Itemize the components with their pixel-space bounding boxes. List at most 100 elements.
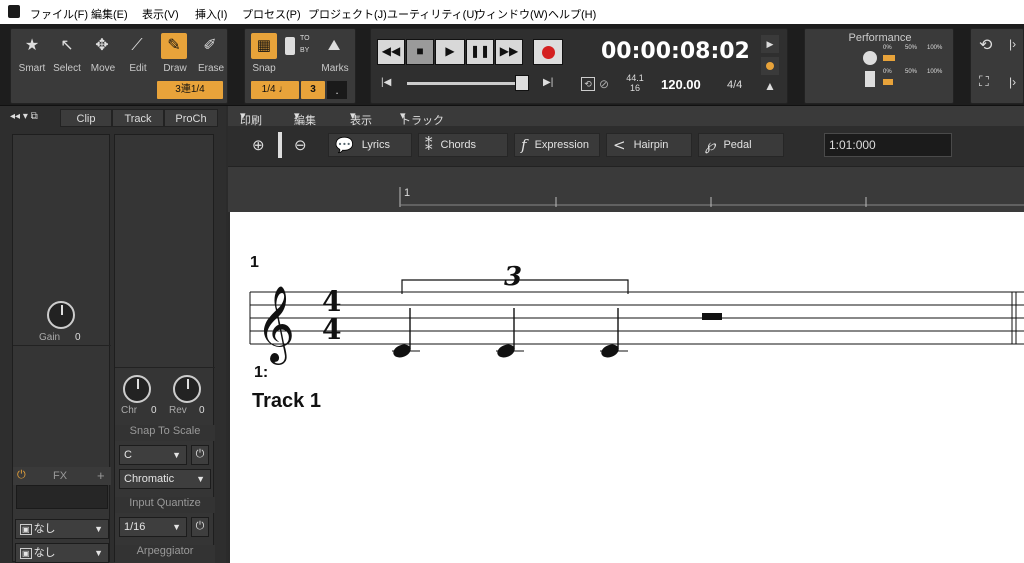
chords-label: Chords: [440, 139, 476, 151]
menu-staff-track[interactable]: トラック ▾: [400, 109, 444, 127]
select-tool-icon[interactable]: ↖: [54, 33, 80, 59]
cpu-meter: [883, 55, 895, 61]
scale-root-value: C: [124, 449, 132, 461]
now-slider-handle[interactable]: [515, 75, 529, 91]
cpu-meter-0: 0%: [883, 45, 892, 51]
loop-sync-icon[interactable]: ⟲: [581, 77, 595, 91]
fx-add-icon[interactable]: +: [97, 468, 105, 483]
inspector-panel: ◂◂ ▾ ⧉ Clip Track ProCh Gain 0 ⏻ FX + ▣ な…: [0, 106, 226, 563]
menu-utility[interactable]: ユーティリティ(U): [387, 6, 478, 22]
fast-forward-button[interactable]: ▶▶: [495, 39, 523, 65]
menu-help[interactable]: ヘルプ(H): [548, 6, 596, 22]
snap-by-label: BY: [300, 47, 310, 54]
notes: [392, 308, 628, 358]
draw-duration-value[interactable]: 3連1/4: [157, 81, 223, 99]
metronome-toggle[interactable]: [761, 57, 779, 75]
triplet-number: 3: [504, 262, 523, 292]
position-field[interactable]: 1:01:000: [824, 133, 952, 157]
move-tool-icon[interactable]: ✥: [89, 33, 115, 59]
ruler-ticks: [399, 187, 1024, 207]
staff-view-menu: 印刷 ▾ 編集 ▾ 表示 ▾ トラック ▾: [228, 106, 1024, 127]
pause-button[interactable]: ❚❚: [466, 39, 494, 65]
staff-notation: 𝄞: [249, 279, 1024, 365]
tab-proch[interactable]: ProCh: [164, 109, 218, 127]
go-to-start-icon[interactable]: |◀: [381, 77, 391, 88]
zoom-in-icon[interactable]: ⊕: [252, 136, 265, 154]
gain-knob[interactable]: [47, 301, 75, 329]
meter-display[interactable]: 4/4: [727, 79, 742, 91]
select-label: Select: [53, 63, 81, 74]
metronome-icon[interactable]: ▲: [761, 79, 779, 97]
treble-clef-icon: 𝄞: [256, 285, 295, 365]
snap-tuplet[interactable]: 3: [301, 81, 325, 99]
marks-icon[interactable]: ⛰: [321, 33, 347, 59]
tab-track[interactable]: Track: [112, 109, 164, 127]
time-ruler[interactable]: 1: [228, 166, 1024, 212]
snap-value[interactable]: 1/4 ♩: [251, 81, 299, 99]
output-dropdown[interactable]: ▣ なし ▼: [15, 543, 109, 563]
expression-button[interactable]: f Expression: [514, 133, 600, 157]
now-time-display[interactable]: 00:00:08:02: [601, 39, 750, 64]
chorus-knob[interactable]: [123, 375, 151, 403]
smart-tool-icon[interactable]: ★: [19, 33, 45, 59]
menu-edit[interactable]: 編集(E): [91, 6, 128, 22]
now-slider-track[interactable]: [407, 82, 519, 85]
quantize-dropdown[interactable]: 1/16 ▼: [119, 517, 187, 537]
scale-type-dropdown[interactable]: Chromatic ▼: [119, 469, 211, 489]
lyrics-button[interactable]: 💬 Lyrics: [328, 133, 412, 157]
input-dropdown[interactable]: ▣ なし ▼: [15, 519, 109, 539]
go-to-end-icon[interactable]: ▶|: [543, 77, 553, 88]
menu-staff-view[interactable]: 表示 ▾: [350, 109, 372, 127]
stop-button[interactable]: ■: [406, 39, 434, 65]
metronome-off-icon[interactable]: ⊘: [599, 77, 609, 91]
snap-dot[interactable]: .: [327, 81, 347, 99]
loop-next-icon[interactable]: |›: [1009, 37, 1016, 51]
draw-tool-icon[interactable]: ✎: [161, 33, 187, 59]
chorus-label: Chr: [121, 405, 138, 416]
cpu-meter-50: 50%: [905, 45, 918, 51]
fx-power-icon[interactable]: ⏻: [17, 469, 26, 482]
chords-button[interactable]: ⁑ Chords: [418, 133, 508, 157]
snap-to-scale-power-icon[interactable]: ⏻: [191, 445, 209, 465]
scale-root-dropdown[interactable]: C ▼: [119, 445, 187, 465]
edit-tool-icon[interactable]: ⟋: [124, 33, 150, 59]
record-button[interactable]: [533, 39, 563, 65]
zoom-out-icon[interactable]: ⊖: [294, 136, 307, 154]
menu-view[interactable]: 表示(V): [142, 6, 179, 22]
tab-clip[interactable]: Clip: [60, 109, 112, 127]
snap-toggle[interactable]: [285, 37, 295, 55]
erase-tool-icon[interactable]: ✐: [197, 33, 223, 59]
chords-icon: ⁑: [425, 136, 433, 155]
input-quantize-power-icon[interactable]: ⏻: [191, 517, 209, 537]
reverb-knob[interactable]: [173, 375, 201, 403]
menu-insert[interactable]: 挿入(I): [195, 6, 227, 22]
menu-file[interactable]: ファイル(F): [30, 6, 88, 22]
punch-next-icon[interactable]: |›: [1009, 75, 1016, 89]
arpeggiator-header[interactable]: Arpeggiator: [115, 545, 215, 563]
hairpin-button[interactable]: < Hairpin: [606, 133, 692, 157]
loop-icon[interactable]: ⟲: [979, 35, 992, 55]
rewind-button[interactable]: ◀◀: [377, 39, 405, 65]
menu-process[interactable]: プロセス(P): [242, 6, 301, 22]
input-quantize-header: Input Quantize: [115, 497, 215, 513]
punch-icon[interactable]: ⛶: [979, 73, 989, 90]
snap-grid-icon[interactable]: ▦: [251, 33, 277, 59]
menu-staff-edit[interactable]: 編集 ▾: [294, 109, 316, 127]
reverb-value: 0: [199, 405, 205, 416]
inspector-options-icon[interactable]: ◂◂ ▾ ⧉: [10, 111, 38, 122]
pedal-button[interactable]: ℘ Pedal: [698, 133, 784, 157]
play-button[interactable]: ▶: [435, 39, 465, 65]
score-canvas[interactable]: 𝄞 1 4 4 3 1: Track 1: [230, 212, 1024, 563]
fx-bin[interactable]: [16, 485, 108, 509]
menu-project[interactable]: プロジェクト(J): [308, 6, 387, 22]
app-icon: [8, 5, 20, 18]
draw-label: Draw: [163, 63, 187, 74]
menu-window[interactable]: ウィンドウ(W): [475, 6, 548, 22]
reverb-label: Rev: [169, 405, 187, 416]
tempo-display[interactable]: 120.00: [661, 77, 701, 92]
marks-label: Marks: [321, 63, 349, 74]
transport-expand-icon[interactable]: ▶: [761, 35, 779, 53]
menu-print[interactable]: 印刷 ▾: [240, 109, 262, 127]
zoom-slider[interactable]: [278, 132, 282, 158]
staff-toolbar: ⊕ ⊖ 💬 Lyrics ⁑ Chords f Expression < Hairpin…: [228, 126, 1024, 166]
